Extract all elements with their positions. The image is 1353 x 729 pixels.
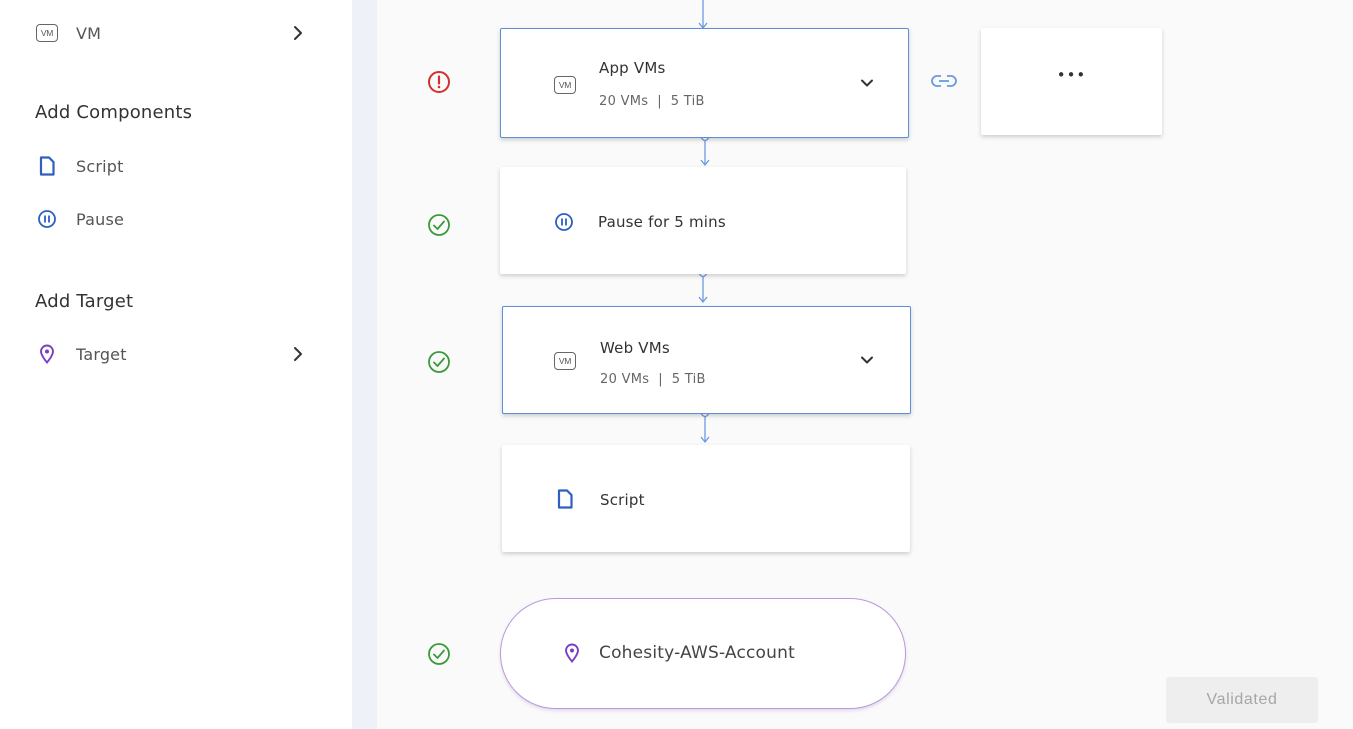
vm-icon: VM	[554, 352, 576, 370]
card-title: Web VMs	[600, 339, 670, 357]
pause-card[interactable]: Pause for 5 mins	[500, 167, 906, 274]
card-title: App VMs	[599, 59, 666, 77]
pause-icon	[555, 213, 573, 231]
vm-icon: VM	[554, 76, 576, 94]
card-title: Pause for 5 mins	[598, 213, 726, 231]
script-card[interactable]: Script	[502, 445, 910, 552]
card-title: Script	[600, 491, 645, 509]
error-icon	[428, 71, 450, 93]
link-icon[interactable]	[929, 71, 959, 91]
check-circle-icon	[428, 214, 450, 236]
more-icon: •••	[1056, 66, 1087, 84]
check-circle-icon	[428, 351, 450, 373]
card-subtitle: 20 VMs | 5 TiB	[599, 94, 705, 109]
more-options-card[interactable]: •••	[981, 28, 1162, 135]
target-node[interactable]: Cohesity-AWS-Account	[500, 598, 906, 709]
document-icon	[557, 489, 573, 509]
vm-group-card-web-vms[interactable]: VM Web VMs 20 VMs | 5 TiB	[502, 306, 911, 414]
validated-button[interactable]: Validated	[1166, 677, 1318, 723]
chevron-down-icon[interactable]	[858, 351, 876, 369]
chevron-down-icon[interactable]	[858, 74, 876, 92]
location-pin-icon	[565, 643, 579, 663]
vm-group-card-app-vms[interactable]: VM App VMs 20 VMs | 5 TiB	[500, 28, 909, 138]
target-name: Cohesity-AWS-Account	[599, 643, 795, 663]
card-subtitle: 20 VMs | 5 TiB	[600, 372, 706, 387]
check-circle-icon	[428, 643, 450, 665]
